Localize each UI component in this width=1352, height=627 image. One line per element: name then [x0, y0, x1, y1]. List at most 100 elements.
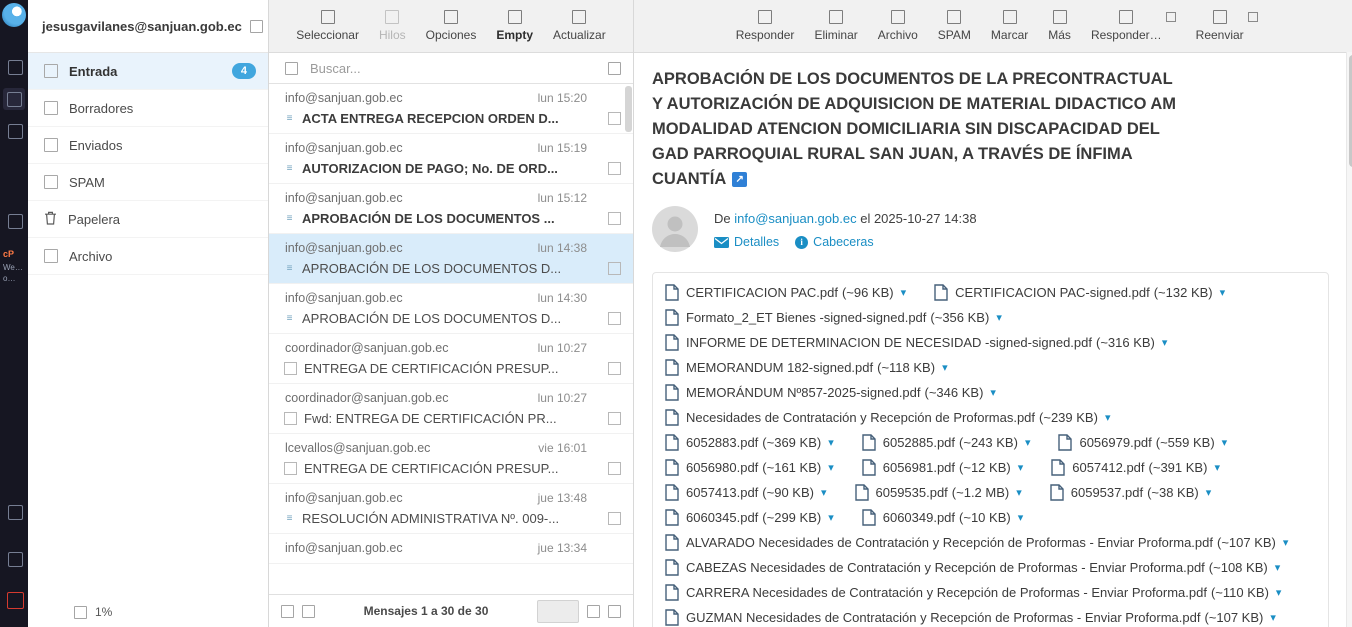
list-toolbar-opciones[interactable]: Opciones	[426, 10, 477, 42]
spam-button[interactable]: SPAM	[938, 10, 971, 42]
attachment-menu-caret[interactable]	[1018, 511, 1024, 524]
message-row[interactable]: info@sanjuan.gob.eclun 15:20ACTA ENTREGA…	[269, 84, 633, 134]
attachment-menu-caret[interactable]	[942, 361, 948, 374]
attachment-menu-caret[interactable]	[1276, 586, 1282, 599]
details-button[interactable]: Detalles	[714, 235, 779, 249]
rail-icon-5[interactable]	[8, 505, 23, 520]
attachment-item[interactable]: 6056981.pdf(~12 KB)	[862, 459, 1024, 476]
responder-button[interactable]: Responder…	[1091, 10, 1162, 42]
rail-icon-3[interactable]	[8, 124, 23, 139]
rail-icon-6[interactable]	[8, 552, 23, 567]
attachment-menu-caret[interactable]	[901, 286, 907, 299]
flag-checkbox[interactable]	[608, 462, 621, 475]
attachment-item[interactable]: MEMORANDUM 182-signed.pdf(~118 KB)	[665, 359, 948, 376]
mail-toolbar-archivo[interactable]: Archivo	[878, 10, 918, 42]
attachment-menu-caret[interactable]	[1222, 436, 1228, 449]
sidebar-item-archivo[interactable]: Archivo	[28, 238, 268, 275]
mail-toolbar-responder[interactable]: Responder	[736, 10, 795, 42]
search-options-icon[interactable]	[608, 62, 621, 75]
sidebar-item-borradores[interactable]: Borradores	[28, 90, 268, 127]
attachment-menu-caret[interactable]	[1018, 461, 1024, 474]
seleccionar-button[interactable]: Seleccionar	[296, 10, 359, 42]
mail-toolbar-marcar[interactable]: Marcar	[991, 10, 1028, 42]
attachment-menu-caret[interactable]	[828, 461, 834, 474]
mas-button[interactable]: Más	[1048, 10, 1071, 42]
message-row[interactable]: coordinador@sanjuan.gob.eclun 10:27Fwd: …	[269, 384, 633, 434]
message-row[interactable]: info@sanjuan.gob.eclun 14:30APROBACIÓN D…	[269, 284, 633, 334]
rail-icon-2[interactable]	[7, 92, 22, 107]
attachment-menu-caret[interactable]	[828, 436, 834, 449]
sidebar-item-spam[interactable]: SPAM	[28, 164, 268, 201]
open-in-new-window-icon[interactable]	[732, 172, 747, 187]
list-scrollbar-thumb[interactable]	[625, 86, 632, 132]
responder-button[interactable]: Responder	[736, 10, 795, 42]
attachment-menu-caret[interactable]	[828, 511, 834, 524]
attachment-item[interactable]: 6059537.pdf(~38 KB)	[1050, 484, 1212, 501]
message-checkbox[interactable]	[284, 362, 297, 375]
select-all-checkbox[interactable]	[285, 62, 298, 75]
search-input[interactable]	[308, 60, 598, 77]
message-row[interactable]: info@sanjuan.gob.ecjue 13:34	[269, 534, 633, 564]
account-menu-icon[interactable]	[250, 20, 263, 33]
page-prev-icon[interactable]	[302, 605, 315, 618]
rail-icon-1[interactable]	[8, 60, 23, 75]
attachment-item[interactable]: Formato_2_ET Bienes -signed-signed.pdf(~…	[665, 309, 1002, 326]
list-scrollbar[interactable]	[625, 86, 632, 306]
app-logo-icon[interactable]	[2, 3, 26, 27]
eliminar-button[interactable]: Eliminar	[814, 10, 857, 42]
attachment-menu-caret[interactable]	[1283, 536, 1289, 549]
page-next-icon[interactable]	[587, 605, 600, 618]
sidebar-item-entrada[interactable]: Entrada4	[28, 53, 268, 90]
flag-checkbox[interactable]	[608, 212, 621, 225]
mail-toolbar-reenviar[interactable]: Reenviar	[1196, 10, 1258, 42]
attachment-menu-caret[interactable]	[1206, 486, 1212, 499]
attachment-item[interactable]: 6056980.pdf(~161 KB)	[665, 459, 834, 476]
flag-checkbox[interactable]	[608, 512, 621, 525]
attachment-item[interactable]: CERTIFICACION PAC.pdf(~96 KB)	[665, 284, 906, 301]
page-first-icon[interactable]	[281, 605, 294, 618]
attachment-item[interactable]: 6059535.pdf(~1.2 MB)	[855, 484, 1022, 501]
message-row[interactable]: coordinador@sanjuan.gob.eclun 10:27ENTRE…	[269, 334, 633, 384]
sidebar-item-papelera[interactable]: Papelera	[28, 201, 268, 238]
mail-toolbar-spam[interactable]: SPAM	[938, 10, 971, 42]
mail-toolbar-responder[interactable]: Responder…	[1091, 10, 1176, 42]
attachment-item[interactable]: GUZMAN Necesidades de Contratación y Rec…	[665, 609, 1276, 626]
message-row[interactable]: info@sanjuan.gob.eclun 14:38APROBACIÓN D…	[269, 234, 633, 284]
page-last-icon[interactable]	[608, 605, 621, 618]
attachment-item[interactable]: 6060345.pdf(~299 KB)	[665, 509, 834, 526]
attachment-menu-caret[interactable]	[1270, 611, 1276, 624]
message-row[interactable]: lcevallos@sanjuan.gob.ecvie 16:01ENTREGA…	[269, 434, 633, 484]
attachment-item[interactable]: 6052883.pdf(~369 KB)	[665, 434, 834, 451]
empty-button[interactable]: Empty	[496, 10, 533, 42]
rail-icon-7[interactable]	[7, 592, 24, 609]
headers-button[interactable]: Cabeceras	[795, 235, 873, 249]
attachment-item[interactable]: INFORME DE DETERMINACION DE NECESIDAD -s…	[665, 334, 1167, 351]
attachment-item[interactable]: 6052885.pdf(~243 KB)	[862, 434, 1031, 451]
page-number-input[interactable]	[537, 600, 579, 623]
list-toolbar-empty[interactable]: Empty	[496, 10, 533, 42]
rail-icon-2-highlight[interactable]	[3, 88, 25, 110]
flag-checkbox[interactable]	[608, 162, 621, 175]
reenviar-dropdown-icon[interactable]	[1248, 12, 1258, 22]
flag-checkbox[interactable]	[608, 312, 621, 325]
flag-checkbox[interactable]	[608, 362, 621, 375]
attachment-item[interactable]: CERTIFICACION PAC-signed.pdf(~132 KB)	[934, 284, 1225, 301]
message-row[interactable]: info@sanjuan.gob.ecjue 13:48RESOLUCIÓN A…	[269, 484, 633, 534]
attachment-menu-caret[interactable]	[1214, 461, 1220, 474]
attachment-menu-caret[interactable]	[1016, 486, 1022, 499]
hilos-button[interactable]: Hilos	[379, 10, 406, 42]
archivo-button[interactable]: Archivo	[878, 10, 918, 42]
reading-scrollbar[interactable]	[1346, 52, 1352, 627]
rail-icon-4[interactable]	[8, 214, 23, 229]
reenviar-button[interactable]: Reenviar	[1196, 10, 1244, 42]
attachment-item[interactable]: 6057413.pdf(~90 KB)	[665, 484, 827, 501]
attachment-item[interactable]: ALVARADO Necesidades de Contratación y R…	[665, 534, 1288, 551]
marcar-button[interactable]: Marcar	[991, 10, 1028, 42]
message-row[interactable]: info@sanjuan.gob.eclun 15:12APROBACIÓN D…	[269, 184, 633, 234]
opciones-button[interactable]: Opciones	[426, 10, 477, 42]
attachment-menu-caret[interactable]	[821, 486, 827, 499]
attachment-item[interactable]: Necesidades de Contratación y Recepción …	[665, 409, 1110, 426]
flag-checkbox[interactable]	[608, 412, 621, 425]
sender-email-link[interactable]: info@sanjuan.gob.ec	[734, 211, 856, 226]
attachment-item[interactable]: CABEZAS Necesidades de Contratación y Re…	[665, 559, 1280, 576]
